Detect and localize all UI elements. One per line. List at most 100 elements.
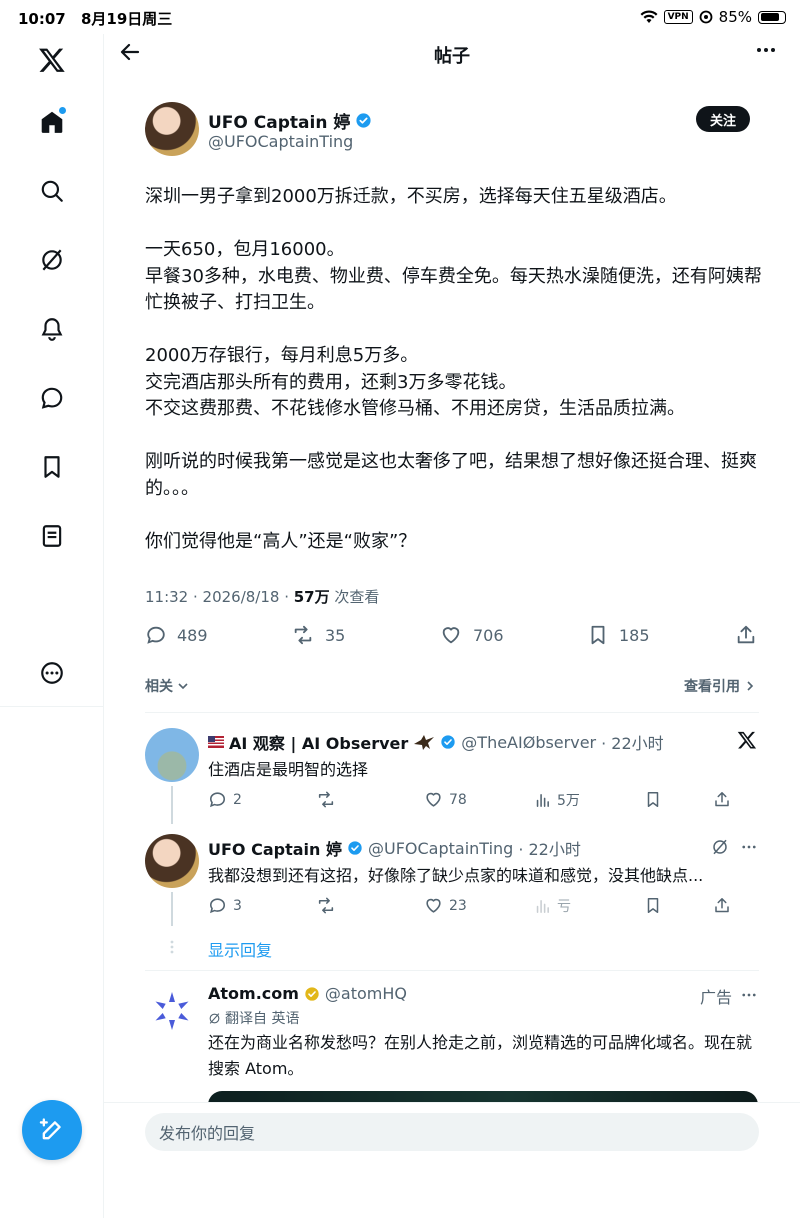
verified-badge-icon <box>356 113 371 128</box>
ad-label: 广告 <box>700 988 733 1007</box>
repost-count: 35 <box>325 625 346 645</box>
more-options-button[interactable] <box>754 38 778 68</box>
vpn-badge: VPN <box>663 10 693 24</box>
view-quotes-link[interactable]: 查看引用 <box>684 676 756 696</box>
like-count: 78 <box>449 791 467 808</box>
post-author: UFO Captain 婷 @UFOCaptainTing <box>145 102 745 162</box>
post-paragraph: 你们觉得他是“高人”还是“败家”？ <box>145 530 417 552</box>
translate-link[interactable]: 翻译自 英语 <box>208 1008 299 1028</box>
chevron-down-icon <box>178 683 188 690</box>
views-button[interactable]: 5万 <box>534 790 580 810</box>
more-horizontal-icon[interactable] <box>739 838 759 856</box>
like-button[interactable]: 23 <box>424 896 467 915</box>
battery-icon <box>758 10 786 24</box>
related-dropdown[interactable]: 相关 <box>145 676 189 696</box>
post-timestamp[interactable]: 11:32 · 2026/8/18 · <box>145 588 294 606</box>
more-circle-icon[interactable] <box>32 653 72 693</box>
post-text: 深圳一男子拿到2000万拆迁款，不买房，选择每天住五星级酒店。 一天650，包月… <box>145 184 765 555</box>
bookmark-icon <box>647 792 659 807</box>
sidebar <box>0 34 104 1218</box>
author-handle[interactable]: @UFOCaptainTing <box>208 132 353 151</box>
reply-author-handle[interactable]: @TheAIØbserver <box>461 733 596 752</box>
reply-item[interactable]: UFO Captain 婷 @UFOCaptainTing · 22小时 我都没… <box>145 834 765 926</box>
reply-button[interactable]: 3 <box>208 896 242 915</box>
reply-text: 住酒店是最明智的选择 <box>208 760 369 779</box>
view-quotes-label: 查看引用 <box>684 679 740 695</box>
share-button[interactable] <box>713 790 731 809</box>
bookmark-button[interactable]: 185 <box>587 624 650 646</box>
view-count: 57万 <box>293 588 330 606</box>
bookmark-button[interactable] <box>644 790 662 809</box>
status-bar: 10:07 8月19日周三 VPN 85% <box>0 0 800 34</box>
like-button[interactable]: 706 <box>439 624 504 646</box>
chat-icon[interactable] <box>32 378 72 418</box>
wifi-icon <box>640 10 658 23</box>
reply-count: 3 <box>233 897 242 914</box>
ad-author-handle[interactable]: @atomHQ <box>325 984 407 1003</box>
avatar[interactable] <box>145 834 199 888</box>
grok-icon <box>209 1012 220 1024</box>
view-suffix: 次查看 <box>329 588 380 606</box>
reply-composer: 发布你的回复 <box>104 1102 800 1218</box>
more-horizontal-icon <box>757 48 775 52</box>
follow-button[interactable]: 关注 <box>696 106 750 132</box>
views-chart-icon <box>536 793 549 807</box>
x-logo-icon <box>737 731 757 749</box>
share-icon <box>715 792 729 807</box>
author-name[interactable]: UFO Captain 婷 <box>208 108 350 133</box>
compose-button[interactable] <box>22 1100 82 1160</box>
status-time: 10:07 <box>18 10 66 28</box>
page-title: 帖子 <box>434 46 470 67</box>
reply-input[interactable]: 发布你的回复 <box>145 1113 759 1151</box>
avatar[interactable] <box>145 728 199 782</box>
bell-icon[interactable] <box>32 309 72 349</box>
bookmark-button[interactable] <box>644 896 662 915</box>
reply-button[interactable]: 2 <box>208 790 242 809</box>
avatar[interactable] <box>145 102 199 156</box>
thread-line <box>171 786 173 824</box>
ad-author-name[interactable]: Atom.com <box>208 984 299 1003</box>
reply-item[interactable]: AI 观察 | AI Observer @TheAIØbserver · 22小… <box>145 728 765 824</box>
post-meta: 11:32 · 2026/8/18 · 57万 次查看 <box>145 586 379 607</box>
reply-time: · 22小时 <box>518 840 581 859</box>
views-button[interactable]: 亏 <box>534 896 571 916</box>
like-button[interactable]: 78 <box>424 790 467 809</box>
reply-author-name[interactable]: UFO Captain 婷 <box>208 836 342 860</box>
verified-badge-icon <box>348 841 362 855</box>
list-icon[interactable] <box>32 516 72 556</box>
heart-icon <box>426 792 441 807</box>
home-icon[interactable] <box>32 102 72 142</box>
share-icon <box>737 625 755 644</box>
x-logo-icon[interactable] <box>32 40 72 80</box>
reply-author-name[interactable]: AI 观察 | AI Observer <box>229 730 408 754</box>
gold-verified-badge-icon <box>305 986 319 1001</box>
grok-icon[interactable] <box>32 240 72 280</box>
show-replies-link[interactable]: 显示回复 <box>208 937 272 961</box>
repost-icon <box>318 897 334 914</box>
post-paragraph: 2000万存银行，每月利息5万多。 交完酒店那头所有的费用，还剩3万多零花钱。 … <box>145 345 685 419</box>
repost-button[interactable] <box>316 896 336 915</box>
repost-button[interactable]: 35 <box>291 624 345 646</box>
atom-logo-icon <box>155 992 189 1030</box>
bookmark-icon <box>591 625 605 645</box>
reply-time: · 22小时 <box>601 734 664 753</box>
bookmark-icon[interactable] <box>32 447 72 487</box>
reply-count: 2 <box>233 791 242 808</box>
ad-text: 还在为商业名称发愁吗？在别人抢走之前，浏览精选的可品牌化域名。现在就搜索 Ato… <box>208 1033 753 1078</box>
verified-badge-icon <box>441 735 455 749</box>
grok-icon[interactable] <box>711 838 729 856</box>
more-horizontal-icon[interactable] <box>739 986 759 1004</box>
share-button[interactable] <box>735 624 757 646</box>
lock-rotation-icon <box>699 10 713 24</box>
bookmark-count: 185 <box>619 625 650 645</box>
search-icon[interactable] <box>32 171 72 211</box>
share-button[interactable] <box>713 896 731 915</box>
reply-button[interactable]: 489 <box>145 624 208 646</box>
views-chart-icon <box>536 899 549 913</box>
like-count: 23 <box>449 897 467 914</box>
ad-item[interactable]: Atom.com @atomHQ 广告 翻译自 英语 <box>145 984 765 1030</box>
repost-button[interactable] <box>316 790 336 809</box>
heart-icon <box>426 898 441 913</box>
notification-dot <box>59 107 66 114</box>
reply-author-handle[interactable]: @UFOCaptainTing <box>368 839 513 858</box>
